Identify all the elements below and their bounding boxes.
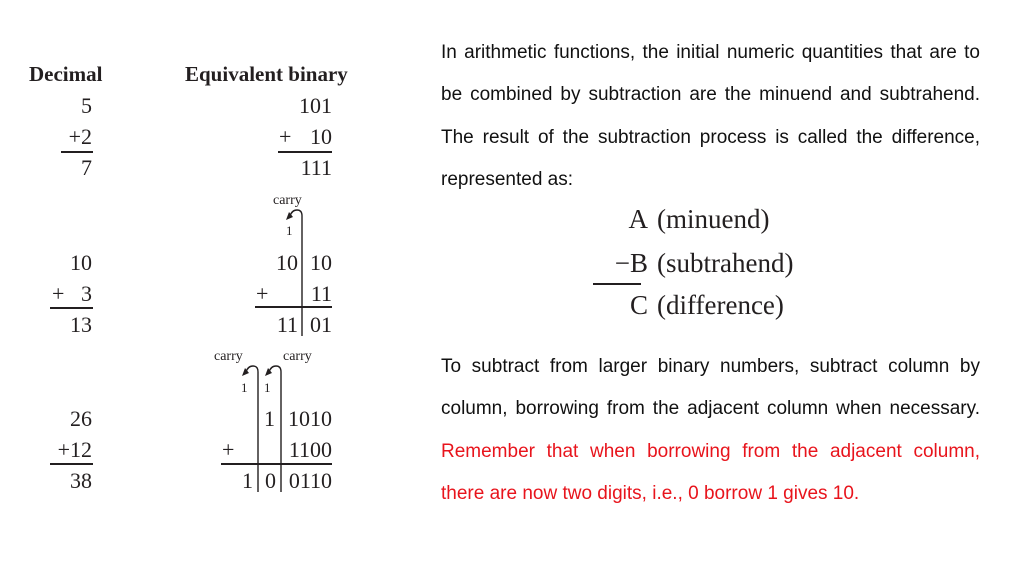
equation-subtrahend-label: (subtrahend) <box>657 248 794 278</box>
ex1-binary-op: + <box>279 124 292 149</box>
borrow-paragraph: To subtract from larger binary numbers, … <box>441 346 980 515</box>
borrow-paragraph-highlight: Remember that when borrowing from the ad… <box>441 440 980 504</box>
equation-rule <box>593 283 641 285</box>
equation-minuend-label: (minuend) <box>657 204 770 234</box>
ex2-binary-rule <box>255 306 332 308</box>
ex3-carry-digit-right: 1 <box>264 380 271 395</box>
ex1-binary-a: 101 <box>299 93 332 118</box>
borrow-paragraph-text: To subtract from larger binary numbers, … <box>441 356 980 420</box>
ex2-binary-a-low: 10 <box>310 250 332 275</box>
ex2-binary-sum-low: 01 <box>310 312 332 337</box>
ex3-carry-label-right: carry <box>283 349 312 364</box>
ex1-decimal-a: 5 <box>81 93 92 118</box>
ex3-binary-a-low: 1010 <box>288 406 332 431</box>
ex1-binary-sum: 111 <box>300 155 332 180</box>
ex1-binary-b: 10 <box>310 124 332 149</box>
ex2-binary-sum-high: 11 <box>276 312 298 337</box>
ex3-decimal-b: +12 <box>57 437 92 462</box>
ex1-decimal-sum: 7 <box>81 155 92 180</box>
ex2-decimal-sum: 13 <box>70 312 92 337</box>
binary-header: Equivalent binary <box>185 62 348 86</box>
equation-difference-label: (difference) <box>657 290 784 320</box>
equation-subtrahend-symbol: −B <box>614 248 648 278</box>
ex2-decimal-rule <box>50 307 93 309</box>
ex2-binary-b-low: 11 <box>310 281 332 306</box>
decimal-header: Decimal <box>29 62 103 86</box>
ex2-binary-a-high: 10 <box>276 250 298 275</box>
ex3-binary-sum-mid: 0 <box>265 468 276 493</box>
ex3-binary-sum-low: 0110 <box>288 468 332 493</box>
ex3-binary-op: + <box>222 437 235 462</box>
ex3-decimal-sum: 38 <box>70 468 92 493</box>
ex1-decimal-rule <box>61 151 93 153</box>
ex3-binary-sum-high: 1 <box>242 468 253 493</box>
ex2-carry-label: carry <box>273 193 302 208</box>
ex3-carry-digit-left: 1 <box>241 380 248 395</box>
ex3-binary-rule <box>221 463 332 465</box>
ex2-decimal-a: 10 <box>70 250 92 275</box>
ex3-decimal-a: 26 <box>70 406 92 431</box>
intro-paragraph: In arithmetic functions, the initial num… <box>441 42 980 190</box>
ex3-carry-label-left: carry <box>214 349 243 364</box>
equation-difference-symbol: C <box>629 290 648 320</box>
ex3-binary-b-low: 1100 <box>288 437 332 462</box>
ex1-decimal-b: +2 <box>68 124 92 149</box>
ex2-decimal-op: + <box>52 281 65 306</box>
ex2-carry-digit: 1 <box>286 223 293 238</box>
ex3-binary-a-mid: 1 <box>264 406 275 431</box>
ex3-decimal-rule <box>50 463 93 465</box>
ex1-binary-rule <box>278 151 332 153</box>
equation-minuend-symbol: A <box>628 204 649 234</box>
ex2-decimal-b: 3 <box>81 281 92 306</box>
ex2-binary-op: + <box>256 281 269 306</box>
